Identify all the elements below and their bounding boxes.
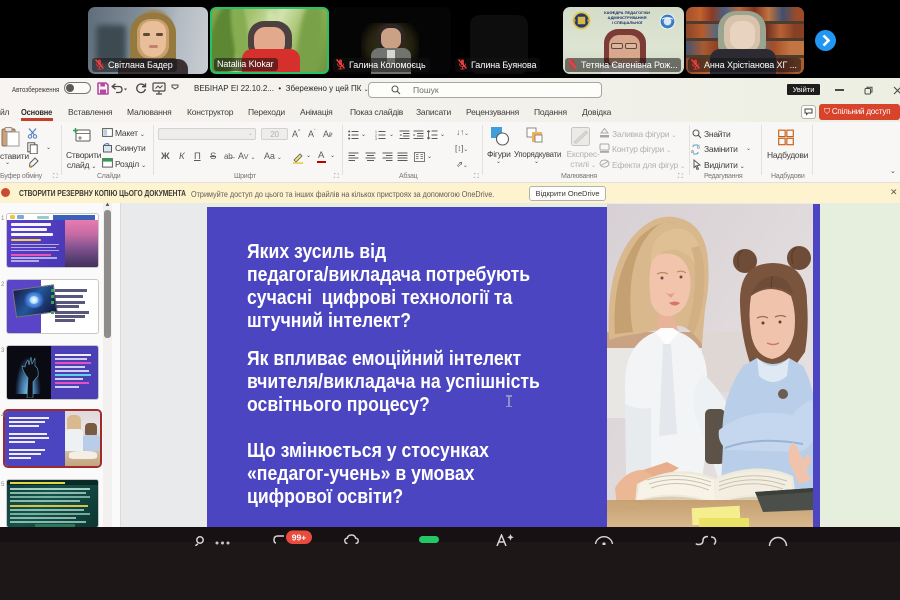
svg-text:3: 3 bbox=[375, 137, 377, 140]
svg-text:б: б bbox=[697, 145, 700, 151]
svg-text:99+: 99+ bbox=[292, 533, 306, 543]
